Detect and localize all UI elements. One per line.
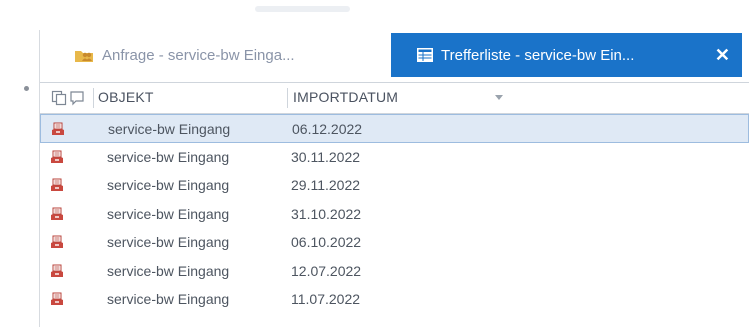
inbox-object-icon [49,149,65,165]
cell-objekt: service-bw Eingang [107,177,230,193]
tab-anfrage[interactable]: Anfrage - service-bw Einga... [40,33,385,77]
table-list-icon [417,48,433,62]
list-item[interactable]: service-bw Eingang 30.11.2022 [40,143,749,172]
inbox-object-icon [50,121,66,137]
inbox-object-icon [49,206,65,222]
app-window: Anfrage - service-bw Einga... Trefferlis… [0,0,749,327]
header-icon-group [51,90,85,111]
cell-objekt: service-bw Eingang [107,205,230,222]
result-list: service-bw Eingang 06.12.2022 service-bw E… [40,114,749,314]
list-item[interactable]: service-bw Eingang 12.07.2022 [40,257,749,286]
inbox-object-icon [49,234,65,250]
top-strip [0,0,749,30]
header-separator [93,88,94,108]
list-item[interactable]: service-bw Eingang 29.11.2022 [40,171,749,200]
inbox-object-icon [49,291,65,307]
folder-people-icon [74,47,94,63]
sort-descending-icon[interactable] [495,95,503,100]
inbox-object-icon [49,177,65,193]
cell-importdatum: 11.07.2022 [291,291,361,307]
tab-bar: Anfrage - service-bw Einga... Trefferlis… [40,33,749,77]
tab-trefferliste-label: Trefferliste - service-bw Ein... [441,46,635,64]
cell-importdatum: 29.11.2022 [291,177,361,193]
close-tab-icon[interactable]: ✕ [715,45,730,65]
list-header: OBJEKT IMPORTDATUM [40,82,749,114]
tab-anfrage-label: Anfrage - service-bw Einga... [102,46,295,64]
column-header-importdatum[interactable]: IMPORTDATUM [293,89,398,105]
faint-title-bar [255,6,350,12]
comment-icon[interactable] [69,90,85,111]
list-item[interactable]: service-bw Eingang 06.10.2022 [40,228,749,257]
list-item[interactable]: service-bw Eingang 11.07.2022 [40,285,749,314]
left-pane-dot [24,86,29,91]
list-item[interactable]: service-bw Eingang 31.10.2022 [40,200,749,229]
inbox-object-icon [49,263,65,279]
copy-icon[interactable] [51,90,67,111]
cell-importdatum: 12.07.2022 [291,262,362,279]
list-item[interactable]: service-bw Eingang 06.12.2022 [40,114,749,143]
cell-objekt: service-bw Eingang [107,262,230,279]
cell-objekt: service-bw Eingang [108,121,231,137]
cell-importdatum: 31.10.2022 [291,205,362,222]
header-separator [287,88,288,108]
cell-importdatum: 06.10.2022 [291,234,362,250]
cell-objekt: service-bw Eingang [107,291,230,307]
cell-objekt: service-bw Eingang [107,148,230,165]
tab-trefferliste[interactable]: Trefferliste - service-bw Ein... ✕ [391,33,742,77]
cell-importdatum: 06.12.2022 [292,121,363,137]
cell-objekt: service-bw Eingang [107,234,230,250]
column-header-objekt[interactable]: OBJEKT [98,89,154,105]
cell-importdatum: 30.11.2022 [291,148,361,165]
